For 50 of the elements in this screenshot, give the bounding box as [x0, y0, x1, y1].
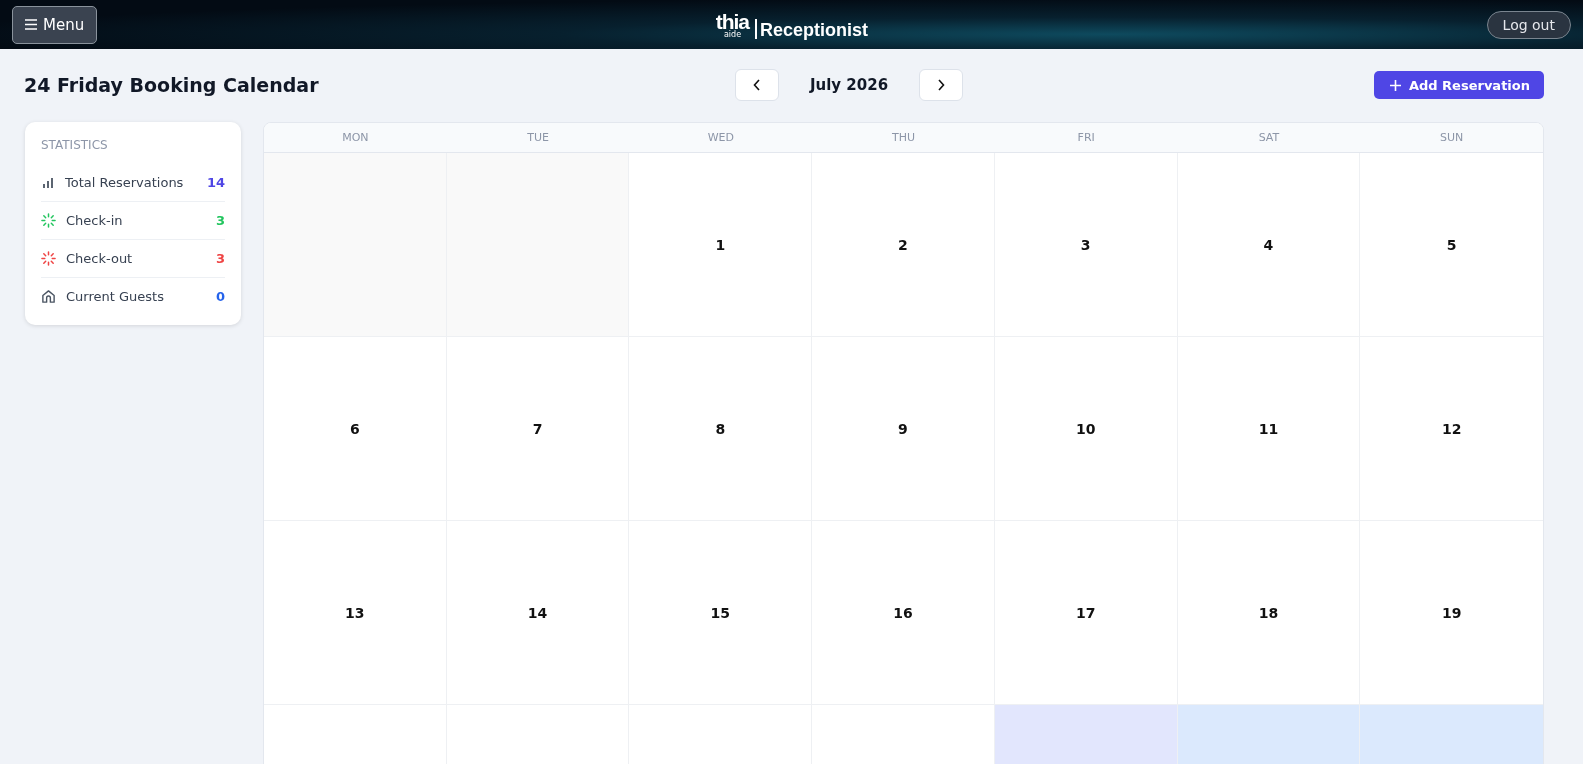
- day-cell[interactable]: 10: [994, 337, 1178, 520]
- statistic-label: Current Guests: [66, 289, 165, 304]
- day-cell[interactable]: 17: [994, 521, 1178, 704]
- day-cell[interactable]: 11: [1177, 337, 1361, 520]
- bar-chart-icon: [41, 175, 55, 190]
- chevron-right-icon: [937, 79, 946, 91]
- statistic-value: 3: [215, 213, 225, 228]
- day-cell[interactable]: 5: [1360, 153, 1543, 336]
- day-cell[interactable]: 2: [812, 153, 995, 336]
- statistic-label: Total Reservations: [65, 175, 185, 190]
- day-cell[interactable]: 12: [1360, 337, 1543, 520]
- day-cell[interactable]: 15: [629, 521, 813, 704]
- weekday-header: TUE: [526, 130, 550, 146]
- chevron-left-icon: [752, 79, 761, 91]
- weekday-header: THU: [890, 130, 916, 146]
- weekday-header: SAT: [1257, 130, 1281, 146]
- day-cell[interactable]: 6: [264, 337, 447, 520]
- logo-product: Receptionist: [760, 20, 869, 39]
- home-icon: [41, 289, 56, 304]
- next-month-button[interactable]: [919, 69, 964, 101]
- day-cell[interactable]: 3: [994, 153, 1178, 336]
- page-title: 24 Friday Booking Calendar: [24, 74, 320, 96]
- day-cell[interactable]: 7: [446, 337, 630, 520]
- day-cell[interactable]: 18: [1177, 521, 1361, 704]
- day-cell[interactable]: 14: [446, 521, 630, 704]
- menu-icon: [25, 19, 37, 30]
- day-cell[interactable]: 13: [264, 521, 447, 704]
- day-cell[interactable]: 1: [629, 153, 813, 336]
- plus-icon: [1389, 79, 1401, 91]
- statistic-label: Check-out: [66, 251, 134, 266]
- weekday-header: FRI: [1076, 130, 1096, 146]
- statistic-value: 3: [215, 251, 225, 266]
- day-cell[interactable]: 9: [812, 337, 995, 520]
- logo-subtext: aide: [723, 30, 742, 39]
- menu-button[interactable]: Menu: [12, 5, 98, 44]
- weekday-header: WED: [706, 130, 735, 146]
- month-label: July 2026: [809, 76, 889, 94]
- statistics-heading: STATISTICS: [41, 138, 109, 152]
- day-cell[interactable]: 19: [1360, 521, 1543, 704]
- logout-button[interactable]: Log out: [1486, 10, 1571, 39]
- add-reservation-button[interactable]: Add Reservation: [1373, 71, 1544, 99]
- day-cell[interactable]: 8: [629, 337, 813, 520]
- day-cell[interactable]: 16: [812, 521, 995, 704]
- weekday-header: MON: [341, 130, 370, 146]
- statistic-value: 0: [215, 289, 225, 304]
- statistic-value: 14: [206, 175, 225, 190]
- statistic-label: Check-in: [66, 213, 124, 228]
- day-cell[interactable]: 4: [1177, 153, 1361, 336]
- weekday-header: SUN: [1439, 130, 1465, 146]
- previous-month-button[interactable]: [734, 69, 779, 101]
